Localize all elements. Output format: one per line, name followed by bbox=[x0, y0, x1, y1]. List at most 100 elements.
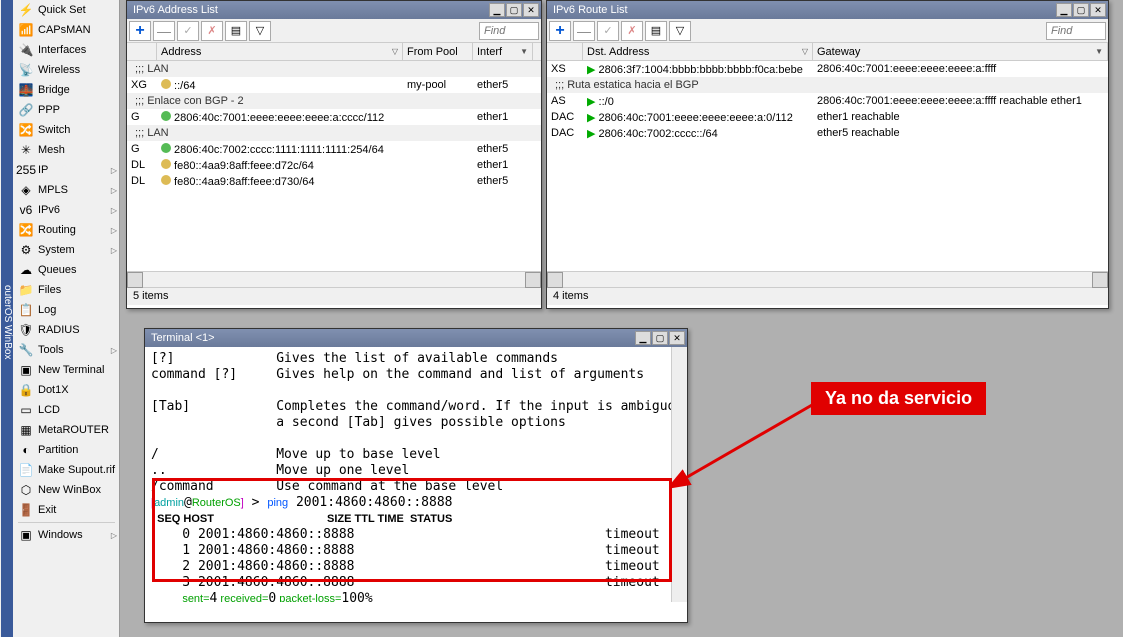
table-body[interactable]: ;;; LANXG ::/64my-poolether5;;; Enlace c… bbox=[127, 61, 541, 271]
sidebar-item-bridge[interactable]: 🌉Bridge bbox=[14, 80, 119, 100]
sidebar-label: System bbox=[38, 244, 75, 256]
close-button[interactable]: ✕ bbox=[523, 3, 539, 17]
v-scrollbar[interactable] bbox=[671, 347, 687, 602]
col-address[interactable]: Address▽ bbox=[157, 43, 403, 60]
table-row[interactable]: AS▶ ::/02806:40c:7001:eeee:eeee:eeee:a:f… bbox=[547, 93, 1108, 109]
titlebar[interactable]: IPv6 Route List ▁ ▢ ✕ bbox=[547, 1, 1108, 19]
sidebar-item-system[interactable]: ⚙ System ▷ bbox=[14, 240, 119, 260]
add-button[interactable]: + bbox=[129, 21, 151, 41]
table-row[interactable]: ;;; Enlace con BGP - 2 bbox=[127, 93, 541, 109]
remove-button[interactable]: — bbox=[153, 21, 175, 41]
remove-button[interactable]: — bbox=[573, 21, 595, 41]
sidebar-item-make-supout.rif[interactable]: 📄Make Supout.rif bbox=[14, 460, 119, 480]
sidebar-item-metarouter[interactable]: ▦MetaROUTER bbox=[14, 420, 119, 440]
sidebar-icon: 📶 bbox=[18, 22, 34, 38]
close-button[interactable]: ✕ bbox=[1090, 3, 1106, 17]
col-dst-address[interactable]: Dst. Address▽ bbox=[583, 43, 813, 60]
sidebar-item-new-winbox[interactable]: ⬡New WinBox bbox=[14, 480, 119, 500]
sidebar: outerOS WinBox ⚡Quick Set📶CAPsMAN🔌Interf… bbox=[0, 0, 120, 637]
add-button[interactable]: + bbox=[549, 21, 571, 41]
disable-button[interactable]: ✗ bbox=[201, 21, 223, 41]
col-gateway[interactable]: Gateway▼ bbox=[813, 43, 1108, 60]
route-arrow-icon: ▶ bbox=[587, 96, 595, 108]
sidebar-label: New WinBox bbox=[38, 484, 101, 496]
status-bar: 4 items bbox=[547, 287, 1108, 305]
table-row[interactable]: DL fe80::4aa9:8aff:feee:d730/64ether5 bbox=[127, 173, 541, 189]
sidebar-item-switch[interactable]: 🔀 Switch bbox=[14, 120, 119, 140]
filter-button[interactable]: ▽ bbox=[249, 21, 271, 41]
table-row[interactable]: ;;; LAN bbox=[127, 61, 541, 77]
table-row[interactable]: G 2806:40c:7002:cccc:1111:1111:1111:254/… bbox=[127, 141, 541, 157]
sidebar-item-queues[interactable]: ☁Queues bbox=[14, 260, 119, 280]
table-row[interactable]: ;;; Ruta estatica hacia el BGP bbox=[547, 77, 1108, 93]
sidebar-label: Switch bbox=[38, 124, 70, 136]
table-body[interactable]: XS▶ 2806:3f7:1004:bbbb:bbbb:bbbb:f0ca:be… bbox=[547, 61, 1108, 271]
sidebar-item-routing[interactable]: 🔀Routing▷ bbox=[14, 220, 119, 240]
col-interface[interactable]: Interf▼ bbox=[473, 43, 533, 60]
sidebar-item-exit[interactable]: 🚪Exit bbox=[14, 500, 119, 520]
sidebar-label: Files bbox=[38, 284, 61, 296]
ipv6-route-list-window: IPv6 Route List ▁ ▢ ✕ + — ✓ ✗ ▤ ▽ Dst. A… bbox=[546, 0, 1109, 309]
table-row[interactable]: ;;; LAN bbox=[127, 125, 541, 141]
col-from-pool[interactable]: From Pool bbox=[403, 43, 473, 60]
window-title: IPv6 Address List bbox=[129, 4, 488, 16]
sidebar-item-partition[interactable]: ◐Partition bbox=[14, 440, 119, 460]
h-scrollbar[interactable] bbox=[127, 271, 541, 287]
status-flag-icon bbox=[161, 143, 171, 153]
submenu-arrow-icon: ▷ bbox=[111, 186, 117, 195]
sidebar-item-tools[interactable]: 🔧Tools▷ bbox=[14, 340, 119, 360]
enable-button[interactable]: ✓ bbox=[597, 21, 619, 41]
table-row[interactable]: DAC▶ 2806:40c:7002:cccc::/64ether5 reach… bbox=[547, 125, 1108, 141]
maximize-button[interactable]: ▢ bbox=[652, 331, 668, 345]
annotation-arrow bbox=[672, 395, 832, 495]
table-row[interactable]: XS▶ 2806:3f7:1004:bbbb:bbbb:bbbb:f0ca:be… bbox=[547, 61, 1108, 77]
submenu-arrow-icon: ▷ bbox=[111, 246, 117, 255]
route-arrow-icon: ▶ bbox=[587, 112, 595, 124]
sidebar-item-wireless[interactable]: 📡Wireless bbox=[14, 60, 119, 80]
sidebar-item-log[interactable]: 📋Log bbox=[14, 300, 119, 320]
sidebar-item-quick-set[interactable]: ⚡Quick Set bbox=[14, 0, 119, 20]
find-input[interactable] bbox=[1046, 22, 1106, 40]
minimize-button[interactable]: ▁ bbox=[1056, 3, 1072, 17]
maximize-button[interactable]: ▢ bbox=[506, 3, 522, 17]
table-row[interactable]: XG ::/64my-poolether5 bbox=[127, 77, 541, 93]
h-scrollbar[interactable] bbox=[547, 271, 1108, 287]
minimize-button[interactable]: ▁ bbox=[635, 331, 651, 345]
sidebar-item-ip[interactable]: 255IP▷ bbox=[14, 160, 119, 180]
table-row[interactable]: DL fe80::4aa9:8aff:feee:d72c/64ether1 bbox=[127, 157, 541, 173]
sidebar-item-new-terminal[interactable]: ▣New Terminal bbox=[14, 360, 119, 380]
enable-button[interactable]: ✓ bbox=[177, 21, 199, 41]
sidebar-item-mesh[interactable]: ✳Mesh bbox=[14, 140, 119, 160]
disable-button[interactable]: ✗ bbox=[621, 21, 643, 41]
table-row[interactable]: G 2806:40c:7001:eeee:eeee:eeee:a:cccc/11… bbox=[127, 109, 541, 125]
sidebar-item-ppp[interactable]: 🔗PPP bbox=[14, 100, 119, 120]
sidebar-item-ipv6[interactable]: v6IPv6▷ bbox=[14, 200, 119, 220]
titlebar[interactable]: Terminal <1> ▁ ▢ ✕ bbox=[145, 329, 687, 347]
filter-button[interactable]: ▽ bbox=[669, 21, 691, 41]
sidebar-label: Log bbox=[38, 304, 56, 316]
sidebar-item-windows[interactable]: ▣Windows▷ bbox=[14, 525, 119, 545]
minimize-button[interactable]: ▁ bbox=[489, 3, 505, 17]
find-input[interactable] bbox=[479, 22, 539, 40]
titlebar[interactable]: IPv6 Address List ▁ ▢ ✕ bbox=[127, 1, 541, 19]
app-title-vertical: outerOS WinBox bbox=[1, 0, 13, 637]
sidebar-label: Interfaces bbox=[38, 44, 86, 56]
table-row[interactable]: DAC▶ 2806:40c:7001:eeee:eeee:eeee:a:0/11… bbox=[547, 109, 1108, 125]
close-button[interactable]: ✕ bbox=[669, 331, 685, 345]
sidebar-label: IP bbox=[38, 164, 48, 176]
status-flag-icon bbox=[161, 79, 171, 89]
comment-button[interactable]: ▤ bbox=[645, 21, 667, 41]
sidebar-item-radius[interactable]: 🛡RADIUS bbox=[14, 320, 119, 340]
sidebar-icon: 🔀 bbox=[18, 122, 34, 138]
comment-button[interactable]: ▤ bbox=[225, 21, 247, 41]
sidebar-item-files[interactable]: 📁Files bbox=[14, 280, 119, 300]
sidebar-item-dot1x[interactable]: 🔒Dot1X bbox=[14, 380, 119, 400]
sidebar-item-lcd[interactable]: ▭LCD bbox=[14, 400, 119, 420]
sidebar-item-capsman[interactable]: 📶CAPsMAN bbox=[14, 20, 119, 40]
terminal-content[interactable]: [?] Gives the list of available commands… bbox=[145, 347, 687, 602]
sidebar-item-interfaces[interactable]: 🔌Interfaces bbox=[14, 40, 119, 60]
toolbar: + — ✓ ✗ ▤ ▽ bbox=[547, 19, 1108, 43]
sidebar-item-mpls[interactable]: ◈MPLS▷ bbox=[14, 180, 119, 200]
sidebar-icon: ⚙ bbox=[18, 242, 34, 258]
maximize-button[interactable]: ▢ bbox=[1073, 3, 1089, 17]
